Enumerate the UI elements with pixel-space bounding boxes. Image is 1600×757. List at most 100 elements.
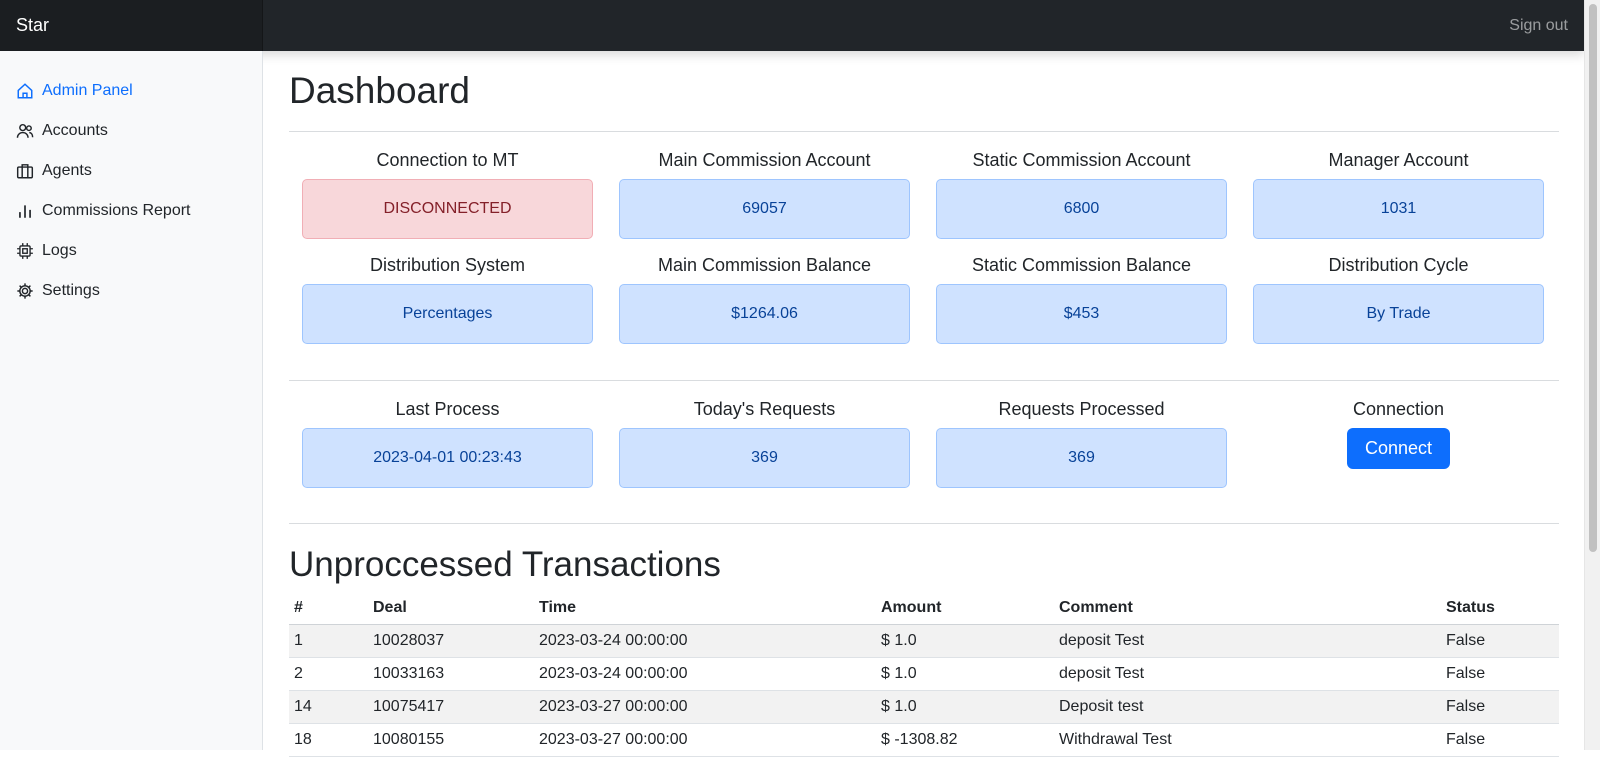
stat-label: Connection xyxy=(1352,399,1445,419)
sidebar-item-label: Commissions Report xyxy=(42,202,191,219)
stat-value: $453 xyxy=(936,284,1227,344)
cell-id: 1 xyxy=(289,624,368,658)
stat-card-connection: Connection Connect xyxy=(1253,398,1544,488)
stat-card-last-process: Last Process 2023-04-01 00:23:43 xyxy=(302,398,593,488)
stat-label: Distribution System xyxy=(369,255,526,275)
scrollbar-thumb[interactable] xyxy=(1589,4,1597,552)
table-row[interactable]: 1 10028037 2023-03-24 00:00:00 $ 1.0 dep… xyxy=(289,624,1559,658)
users-icon xyxy=(16,123,34,138)
stat-label: Manager Account xyxy=(1328,150,1469,170)
sidebar-item-label: Admin Panel xyxy=(42,82,133,99)
stat-card-static-commission-balance: Static Commission Balance $453 xyxy=(936,254,1227,344)
stat-label: Main Commission Balance xyxy=(657,255,872,275)
sidebar-item-label: Logs xyxy=(42,242,77,259)
stat-card-main-commission-account: Main Commission Account 69057 xyxy=(619,149,910,239)
cell-status: False xyxy=(1441,624,1559,658)
cell-comment: Deposit test xyxy=(1054,690,1441,724)
cell-time: 2023-03-24 00:00:00 xyxy=(534,624,876,658)
sidebar-item-agents[interactable]: Agents xyxy=(0,151,262,191)
stat-label: Last Process xyxy=(395,399,500,419)
transactions-table: # Deal Time Amount Comment Status 1 1002… xyxy=(289,593,1559,757)
stat-value: $1264.06 xyxy=(619,284,910,344)
sidebar: Admin Panel Accounts Agents Commissions … xyxy=(0,51,263,750)
table-row[interactable]: 2 10033163 2023-03-24 00:00:00 $ 1.0 dep… xyxy=(289,657,1559,691)
top-navbar: Star Sign out xyxy=(0,0,1584,51)
column-header[interactable]: # xyxy=(289,593,368,625)
cell-id: 2 xyxy=(289,657,368,691)
cell-comment: Withdrawal Test xyxy=(1054,723,1441,757)
sidebar-item-commissions-report[interactable]: Commissions Report xyxy=(0,191,262,231)
stat-card-static-commission-account: Static Commission Account 6800 xyxy=(936,149,1227,239)
sign-out-link[interactable]: Sign out xyxy=(1509,0,1568,51)
sidebar-item-logs[interactable]: Logs xyxy=(0,231,262,271)
connect-button[interactable]: Connect xyxy=(1346,428,1451,469)
cell-status: False xyxy=(1441,657,1559,691)
cell-amount: $ -1308.82 xyxy=(876,723,1054,757)
brand-logo[interactable]: Star xyxy=(0,0,263,51)
column-header[interactable]: Amount xyxy=(876,593,1054,625)
sidebar-item-accounts[interactable]: Accounts xyxy=(0,111,262,151)
cell-time: 2023-03-27 00:00:00 xyxy=(534,690,876,724)
cell-deal: 10028037 xyxy=(368,624,534,658)
stat-card-requests-processed: Requests Processed 369 xyxy=(936,398,1227,488)
connection-status-badge: DISCONNECTED xyxy=(302,179,593,239)
table-row[interactable]: 14 10075417 2023-03-27 00:00:00 $ 1.0 De… xyxy=(289,690,1559,724)
cell-comment: deposit Test xyxy=(1054,624,1441,658)
distribution-stats-row: Distribution System Percentages Main Com… xyxy=(289,254,1559,344)
divider xyxy=(289,523,1559,524)
cell-id: 18 xyxy=(289,723,368,757)
cell-status: False xyxy=(1441,723,1559,757)
column-header[interactable]: Status xyxy=(1441,593,1559,625)
page-title: Dashboard xyxy=(289,70,471,111)
cpu-icon xyxy=(17,243,33,259)
cell-status: False xyxy=(1441,690,1559,724)
cell-amount: $ 1.0 xyxy=(876,690,1054,724)
cell-deal: 10075417 xyxy=(368,690,534,724)
divider xyxy=(289,131,1559,132)
cell-deal: 10033163 xyxy=(368,657,534,691)
account-stats-row: Connection to MT DISCONNECTED Main Commi… xyxy=(289,149,1559,239)
main-content: Dashboard Connection to MT DISCONNECTED … xyxy=(289,51,1559,757)
column-header[interactable]: Comment xyxy=(1054,593,1441,625)
process-stats-row: Last Process 2023-04-01 00:23:43 Today's… xyxy=(289,398,1559,488)
column-header[interactable]: Deal xyxy=(368,593,534,625)
sidebar-item-label: Agents xyxy=(42,162,92,179)
page-scrollbar[interactable] xyxy=(1584,0,1600,750)
cell-comment: deposit Test xyxy=(1054,657,1441,691)
transactions-title: Unproccessed Transactions xyxy=(289,545,721,584)
stat-label: Main Commission Account xyxy=(658,150,871,170)
stat-card-connection-mt: Connection to MT DISCONNECTED xyxy=(302,149,593,239)
table-row[interactable]: 18 10080155 2023-03-27 00:00:00 $ -1308.… xyxy=(289,723,1559,757)
stat-label: Static Commission Balance xyxy=(971,255,1192,275)
cell-amount: $ 1.0 xyxy=(876,624,1054,658)
sidebar-item-admin-panel[interactable]: Admin Panel xyxy=(0,71,262,111)
stat-value: 6800 xyxy=(936,179,1227,239)
stat-value: 369 xyxy=(936,428,1227,488)
bar-chart-icon xyxy=(19,205,31,218)
stat-card-distribution-system: Distribution System Percentages xyxy=(302,254,593,344)
cell-id: 14 xyxy=(289,690,368,724)
stat-label: Today's Requests xyxy=(693,399,836,419)
sidebar-item-settings[interactable]: Settings xyxy=(0,271,262,311)
table-header-row: # Deal Time Amount Comment Status xyxy=(289,593,1559,625)
stat-value: 69057 xyxy=(619,179,910,239)
stat-value: 1031 xyxy=(1253,179,1544,239)
sidebar-item-label: Settings xyxy=(42,282,100,299)
cell-deal: 10080155 xyxy=(368,723,534,757)
stat-label: Static Commission Account xyxy=(972,150,1191,170)
gear-icon xyxy=(17,283,33,299)
cell-amount: $ 1.0 xyxy=(876,657,1054,691)
cell-time: 2023-03-27 00:00:00 xyxy=(534,723,876,757)
stat-value: By Trade xyxy=(1253,284,1544,344)
column-header[interactable]: Time xyxy=(534,593,876,625)
stat-card-main-commission-balance: Main Commission Balance $1264.06 xyxy=(619,254,910,344)
sidebar-item-label: Accounts xyxy=(42,122,108,139)
divider xyxy=(289,380,1559,381)
stat-value: Percentages xyxy=(302,284,593,344)
stat-card-manager-account: Manager Account 1031 xyxy=(1253,149,1544,239)
stat-value: 369 xyxy=(619,428,910,488)
stat-card-todays-requests: Today's Requests 369 xyxy=(619,398,910,488)
stat-value: 2023-04-01 00:23:43 xyxy=(302,428,593,488)
stat-card-distribution-cycle: Distribution Cycle By Trade xyxy=(1253,254,1544,344)
home-icon xyxy=(17,83,33,99)
